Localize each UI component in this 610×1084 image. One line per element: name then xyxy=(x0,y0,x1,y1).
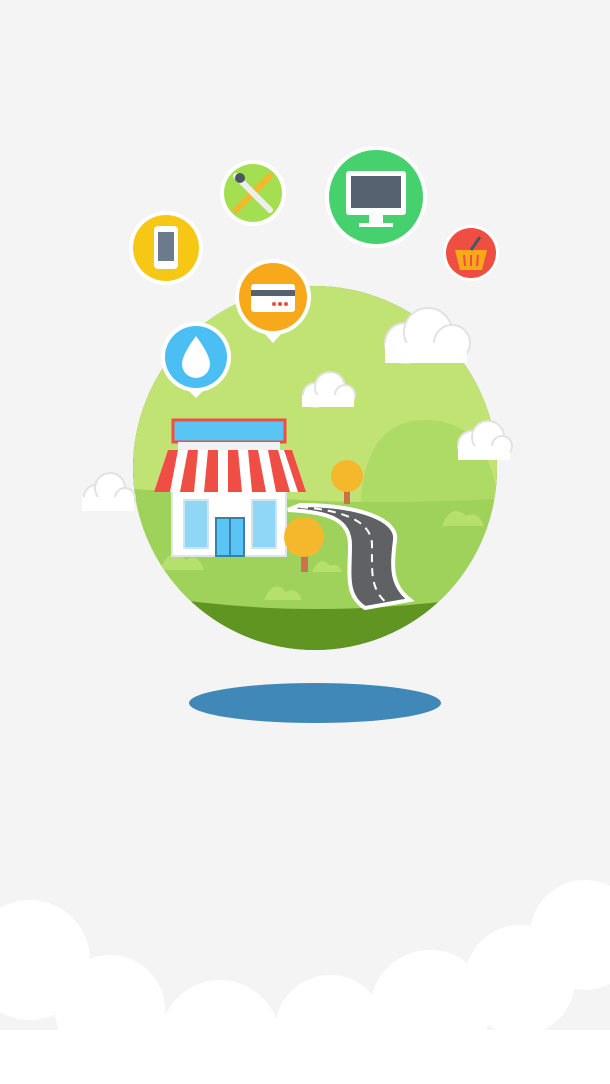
basket-bubble xyxy=(443,225,499,281)
cloud xyxy=(82,472,136,511)
store-window xyxy=(183,499,209,549)
scene-canvas xyxy=(0,146,610,1084)
monitor-bubble xyxy=(325,146,427,248)
card-icon xyxy=(251,284,295,312)
phone-icon xyxy=(154,226,178,269)
phone-bubble xyxy=(129,211,203,285)
globe-shadow xyxy=(189,683,441,723)
splash-illustration xyxy=(0,0,610,1084)
storefront xyxy=(154,418,306,557)
tools-bubble xyxy=(220,160,286,226)
store-window xyxy=(251,499,277,549)
store-sign xyxy=(171,418,287,444)
awning xyxy=(154,450,306,492)
bottom-clouds xyxy=(0,880,610,1084)
